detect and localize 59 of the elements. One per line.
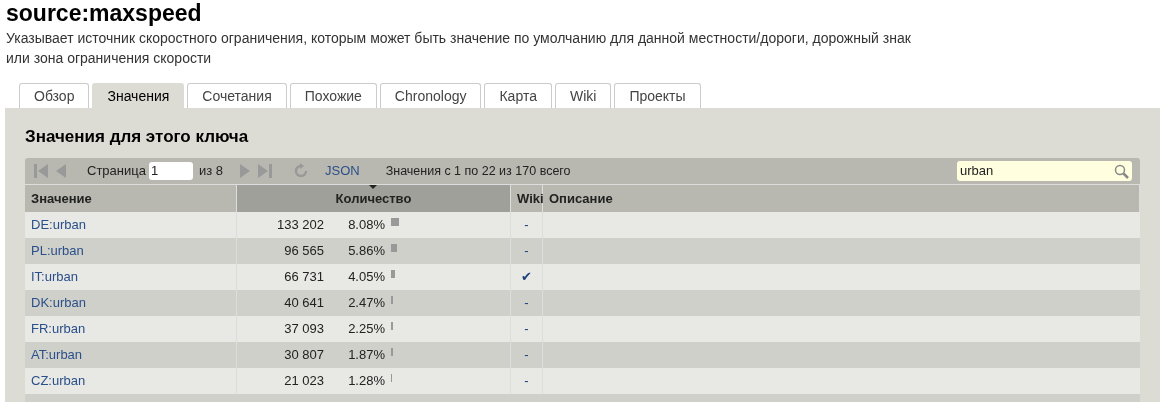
sort-arrow-icon (369, 185, 377, 189)
value-link[interactable]: DK:urban (31, 293, 86, 313)
json-link[interactable]: JSON (325, 161, 360, 181)
wiki-cell-text: - (524, 216, 529, 235)
count-cell-text: 96 565 (283, 242, 324, 261)
column-header[interactable]: Wiki (511, 185, 543, 212)
tab[interactable]: Карта (484, 83, 552, 108)
percent-bar (391, 244, 397, 252)
tab[interactable]: Chronology (379, 83, 482, 108)
value-link[interactable]: FR:urban (31, 319, 86, 339)
value-link[interactable]: IT:urban (31, 267, 78, 287)
tab[interactable]: Похожие (289, 83, 377, 108)
column-header[interactable]: Описание (543, 185, 1140, 212)
count-cell-text: 66 731 (283, 268, 324, 287)
search-field[interactable]: urban (957, 161, 1132, 181)
page-title: source:maxspeed (6, 0, 203, 26)
page-total: из 8 (198, 162, 223, 181)
column-header[interactable]: Значение (25, 185, 237, 212)
value-link[interactable]: CZ:urban (31, 371, 86, 391)
percent-cell-text: 4.05% (347, 268, 385, 287)
page-label: Страница (87, 162, 146, 181)
percent-cell-text: 8.08% (347, 216, 385, 235)
wiki-cell-text: - (524, 346, 529, 365)
count-cell-text: 37 093 (283, 320, 324, 339)
wiki-cell-text: - (524, 294, 529, 313)
section-title: Значения для этого ключа (25, 126, 250, 148)
reload-icon[interactable] (293, 163, 309, 179)
wiki-cell-text: - (524, 242, 529, 261)
next-page-icon[interactable] (239, 163, 251, 179)
search-icon[interactable] (1114, 163, 1129, 179)
tab[interactable]: Сочетания (187, 83, 287, 108)
percent-cell-text: 2.25% (347, 320, 385, 339)
tab[interactable]: Значения (92, 83, 185, 108)
description: Указывает источник скоростного ограничения, которым может быть значение по умолчанию для данной местности/дороги, дорожный знак или зона ограничения скорости (6, 29, 911, 68)
column-header[interactable]: Количество (237, 185, 511, 212)
page-input[interactable]: 1 (148, 162, 193, 180)
wiki-cell-text: - (524, 372, 529, 391)
value-link[interactable]: AT:urban (31, 345, 83, 365)
first-page-icon[interactable] (33, 163, 49, 179)
tab[interactable]: Wiki (554, 83, 612, 108)
value-link[interactable]: DE:urban (31, 215, 86, 235)
count-cell-text: 133 202 (276, 216, 324, 235)
count-cell-text: 21 023 (283, 372, 324, 391)
result-summary: Значения с 1 по 22 из 170 всего (385, 162, 571, 180)
previous-page-icon[interactable] (55, 163, 67, 179)
last-page-icon[interactable] (257, 163, 273, 179)
percent-cell-text: 2.47% (347, 294, 385, 313)
percent-cell-text: 5.86% (347, 242, 385, 261)
tab[interactable]: Проекты (614, 83, 701, 108)
wiki-cell-text: - (524, 320, 529, 339)
tab[interactable]: Обзор (19, 83, 90, 108)
percent-bar (391, 270, 395, 278)
percent-cell-text: 1.87% (347, 346, 385, 365)
count-cell-text: 40 641 (283, 294, 324, 313)
count-cell-text: 30 807 (283, 346, 324, 365)
percent-cell-text: 1.28% (347, 372, 385, 391)
value-link[interactable]: PL:urban (31, 241, 84, 261)
percent-bar (391, 218, 399, 226)
wiki-cell-text: ✔ (521, 268, 532, 287)
